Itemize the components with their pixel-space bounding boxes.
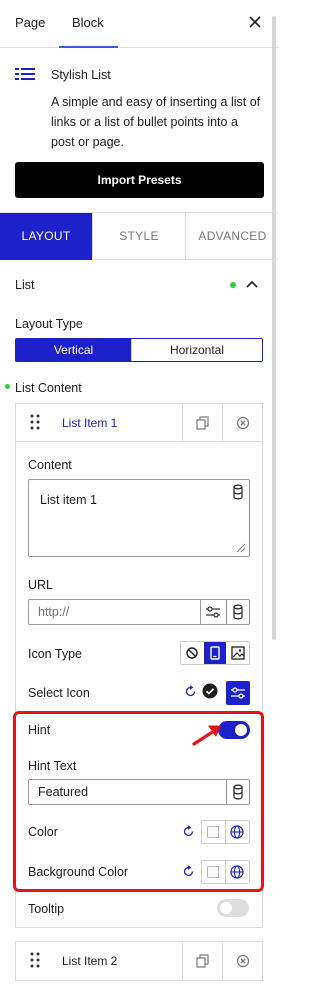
list-block-icon bbox=[15, 68, 35, 80]
tab-block[interactable]: Block bbox=[59, 0, 118, 48]
sidebar-tabs: Page Block bbox=[0, 0, 279, 48]
reset-icon[interactable] bbox=[184, 685, 197, 698]
layout-type-toggle: Vertical Horizontal bbox=[15, 338, 263, 362]
duplicate-button[interactable] bbox=[182, 942, 222, 980]
content-textarea[interactable]: List item 1 bbox=[28, 479, 250, 557]
list-item-label[interactable]: List Item 2 bbox=[62, 954, 117, 968]
close-circle-icon bbox=[236, 416, 250, 430]
close-icon[interactable] bbox=[247, 14, 263, 30]
tooltip-toggle[interactable] bbox=[217, 899, 249, 917]
toggle-knob bbox=[220, 902, 232, 914]
close-circle-icon bbox=[236, 954, 250, 968]
highlight-annotation bbox=[13, 711, 264, 892]
image-icon bbox=[231, 646, 245, 660]
drag-handle-icon[interactable] bbox=[30, 414, 40, 430]
url-input[interactable]: http:// bbox=[28, 599, 250, 625]
database-icon[interactable] bbox=[226, 480, 250, 504]
icon-type-none-button[interactable] bbox=[181, 642, 203, 664]
tooltip-label: Tooltip bbox=[28, 902, 65, 916]
link-settings-icon[interactable] bbox=[205, 605, 221, 619]
copy-icon bbox=[196, 954, 209, 968]
chevron-up-icon[interactable] bbox=[246, 280, 258, 288]
layout-type-label: Layout Type bbox=[15, 317, 83, 331]
section-title[interactable]: List bbox=[15, 278, 34, 292]
icon-type-icon-button[interactable] bbox=[204, 642, 226, 664]
content-value: List item 1 bbox=[40, 493, 97, 507]
status-dot bbox=[5, 384, 10, 389]
url-label: URL bbox=[28, 578, 54, 592]
remove-item-button[interactable] bbox=[222, 404, 262, 442]
list-content-label: List Content bbox=[15, 381, 82, 395]
content-label: Content bbox=[28, 458, 72, 472]
duplicate-button[interactable] bbox=[182, 404, 222, 442]
list-item-panel: List Item 2 bbox=[15, 941, 263, 981]
icon-type-image-button[interactable] bbox=[227, 642, 249, 664]
tab-style[interactable]: STYLE bbox=[92, 213, 185, 260]
tab-advanced[interactable]: ADVANCED bbox=[185, 213, 279, 260]
list-item-header[interactable]: List Item 1 bbox=[16, 404, 262, 442]
sliders-icon bbox=[231, 687, 245, 699]
layout-vertical-button[interactable]: Vertical bbox=[16, 339, 131, 361]
layout-horizontal-button[interactable]: Horizontal bbox=[131, 339, 262, 361]
resize-handle-icon[interactable] bbox=[236, 543, 246, 553]
settings-tabs: LAYOUT STYLE ADVANCED bbox=[0, 212, 279, 260]
block-title: Stylish List bbox=[51, 68, 111, 82]
select-icon-label: Select Icon bbox=[28, 686, 90, 700]
check-circle-icon bbox=[202, 683, 218, 699]
icon-type-label: Icon Type bbox=[28, 647, 82, 661]
list-item-header[interactable]: List Item 2 bbox=[16, 942, 262, 980]
scrollbar[interactable] bbox=[272, 16, 276, 640]
icon-picker-button[interactable] bbox=[226, 681, 250, 705]
list-item-label[interactable]: List Item 1 bbox=[62, 416, 117, 430]
drag-handle-icon[interactable] bbox=[30, 952, 40, 968]
icon-type-selector bbox=[180, 641, 250, 665]
status-dot bbox=[230, 282, 236, 288]
tablet-icon bbox=[210, 646, 220, 660]
tab-page[interactable]: Page bbox=[15, 0, 45, 48]
ban-icon bbox=[186, 647, 198, 659]
database-icon[interactable] bbox=[226, 600, 250, 624]
import-presets-button[interactable]: Import Presets bbox=[15, 162, 264, 198]
block-description: A simple and easy of inserting a list of… bbox=[51, 95, 261, 149]
remove-item-button[interactable] bbox=[222, 942, 262, 980]
copy-icon bbox=[196, 416, 209, 430]
tab-layout[interactable]: LAYOUT bbox=[0, 213, 92, 260]
url-placeholder: http:// bbox=[38, 605, 70, 619]
